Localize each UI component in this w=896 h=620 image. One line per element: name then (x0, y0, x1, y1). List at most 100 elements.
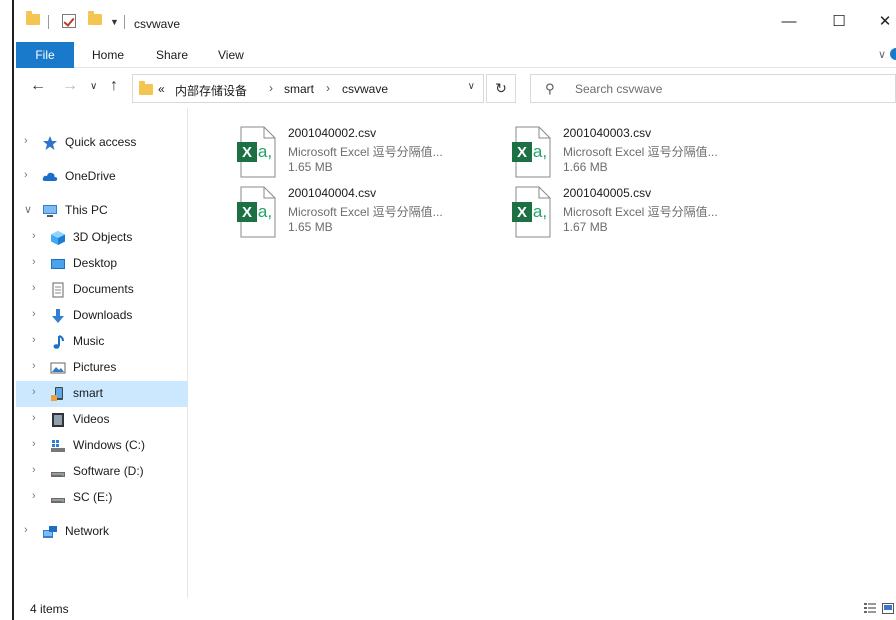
window-title: csvwave (134, 17, 181, 31)
sidebar-item-label: Videos (73, 412, 110, 426)
collapse-chevron-icon[interactable]: ∨ (24, 203, 32, 216)
sidebar-item-sc-e[interactable]: › SC (E:) (16, 485, 188, 511)
tab-file[interactable]: File (16, 42, 74, 68)
forward-button[interactable]: → (62, 77, 78, 95)
expand-chevron-icon[interactable]: › (32, 438, 36, 450)
customize-quick-access-icon[interactable]: ▼ (110, 17, 119, 27)
file-item[interactable]: Xa, 2001040005.csv Microsoft Excel 逗号分隔值..… (464, 180, 734, 240)
sidebar-item-label: Desktop (73, 256, 118, 270)
svg-text:a,: a, (533, 142, 547, 161)
expand-chevron-icon[interactable]: › (24, 135, 28, 147)
address-history-dropdown[interactable]: ∨ (468, 81, 475, 92)
search-box[interactable]: ⚲ Search csvwave (530, 74, 896, 103)
breadcrumb-overflow[interactable]: « (158, 82, 165, 96)
minimize-button[interactable]: — (774, 10, 804, 34)
expand-ribbon-icon[interactable]: ∨ (878, 48, 886, 61)
details-view-icon[interactable] (864, 603, 876, 614)
status-bar: 4 items (16, 598, 896, 620)
file-item[interactable]: Xa, 2001040002.csv Microsoft Excel 逗号分隔值..… (189, 120, 459, 180)
file-type: Microsoft Excel 逗号分隔值... (288, 205, 443, 219)
svg-text:X: X (242, 204, 252, 221)
sidebar-item-videos[interactable]: › Videos (16, 407, 188, 433)
breadcrumb-separator-icon[interactable]: › (326, 81, 330, 95)
svg-text:X: X (517, 144, 527, 161)
file-list: Xa, 2001040002.csv Microsoft Excel 逗号分隔值..… (189, 108, 896, 598)
search-input[interactable]: Search csvwave (575, 82, 662, 96)
star-icon (42, 135, 58, 151)
file-type: Microsoft Excel 逗号分隔值... (288, 145, 443, 159)
sidebar-item-onedrive[interactable]: › OneDrive (16, 164, 188, 190)
expand-chevron-icon[interactable]: › (32, 412, 36, 424)
expand-chevron-icon[interactable]: › (32, 256, 36, 268)
breadcrumb-internal-storage[interactable]: 内部存储设备 (175, 82, 247, 99)
expand-chevron-icon[interactable]: › (32, 386, 36, 398)
svg-text:a,: a, (258, 202, 272, 221)
cube-icon (50, 230, 66, 246)
sidebar-item-downloads[interactable]: › Downloads (16, 303, 188, 329)
svg-text:X: X (242, 144, 252, 161)
sidebar-item-label: Windows (C:) (73, 438, 146, 452)
windows-drive-icon (50, 438, 66, 454)
help-icon[interactable] (890, 48, 896, 60)
expand-chevron-icon[interactable]: › (24, 169, 28, 181)
computer-icon (42, 203, 58, 219)
sidebar-item-windows-c[interactable]: › Windows (C:) (16, 433, 188, 459)
svg-text:a,: a, (533, 202, 547, 221)
up-button[interactable]: ↑ (110, 77, 118, 95)
network-icon (42, 524, 58, 540)
breadcrumb-separator-icon[interactable]: › (269, 81, 273, 95)
sidebar-item-music[interactable]: › Music (16, 329, 188, 355)
svg-text:X: X (517, 204, 527, 221)
breadcrumb-csvwave[interactable]: csvwave (342, 82, 388, 96)
expand-chevron-icon[interactable]: › (32, 230, 36, 242)
sidebar-item-label: OneDrive (65, 169, 116, 183)
file-size: 1.65 MB (288, 160, 333, 174)
sidebar-item-label: Network (65, 524, 110, 538)
expand-chevron-icon[interactable]: › (32, 490, 36, 502)
folder-icon (26, 11, 40, 25)
address-bar[interactable]: « 内部存储设备 › smart › csvwave ∨ (132, 74, 484, 103)
sidebar-item-quick-access[interactable]: › Quick access (16, 130, 188, 156)
file-item[interactable]: Xa, 2001040004.csv Microsoft Excel 逗号分隔值..… (189, 180, 459, 240)
expand-chevron-icon[interactable]: › (24, 524, 28, 536)
refresh-button[interactable]: ↻ (486, 74, 516, 103)
file-item[interactable]: Xa, 2001040003.csv Microsoft Excel 逗号分隔值..… (464, 120, 734, 180)
document-icon (50, 282, 66, 298)
expand-chevron-icon[interactable]: › (32, 334, 36, 346)
tab-view[interactable]: View (218, 42, 244, 68)
maximize-button[interactable]: ☐ (824, 10, 854, 34)
expand-chevron-icon[interactable]: › (32, 282, 36, 294)
sidebar-item-label: SC (E:) (73, 490, 113, 504)
properties-icon[interactable] (62, 14, 76, 28)
drive-icon (50, 464, 66, 480)
sidebar-item-desktop[interactable]: › Desktop (16, 251, 188, 277)
sidebar-item-pictures[interactable]: › Pictures (16, 355, 188, 381)
sidebar-item-label: smart (73, 386, 103, 400)
tab-home[interactable]: Home (92, 42, 124, 68)
close-button[interactable]: ✕ (870, 10, 896, 34)
expand-chevron-icon[interactable]: › (32, 308, 36, 320)
file-explorer-window: ▼ csvwave — ☐ ✕ File Home Share View ∨ ←… (16, 0, 896, 620)
large-icons-view-icon[interactable] (882, 603, 894, 614)
breadcrumb-smart[interactable]: smart (284, 82, 314, 96)
new-folder-icon[interactable] (88, 11, 102, 25)
pictures-icon (50, 360, 66, 376)
download-icon (50, 308, 66, 324)
search-icon: ⚲ (545, 81, 555, 96)
expand-chevron-icon[interactable]: › (32, 464, 36, 476)
sidebar-item-software-d[interactable]: › Software (D:) (16, 459, 188, 485)
sidebar-item-this-pc[interactable]: ∨ This PC (16, 198, 188, 224)
file-type: Microsoft Excel 逗号分隔值... (563, 145, 718, 159)
expand-chevron-icon[interactable]: › (32, 360, 36, 372)
toolbar-divider (48, 15, 49, 29)
tab-share[interactable]: Share (156, 42, 188, 68)
back-button[interactable]: ← (30, 77, 46, 95)
sidebar-item-smart[interactable]: › smart (16, 381, 188, 407)
recent-locations-button[interactable]: ∨ (90, 81, 97, 92)
sidebar-item-network[interactable]: › Network (16, 519, 188, 545)
file-name: 2001040003.csv (563, 126, 652, 140)
excel-csv-icon: Xa, (237, 126, 277, 178)
sidebar-item-3d-objects[interactable]: › 3D Objects (16, 225, 188, 251)
sidebar-item-documents[interactable]: › Documents (16, 277, 188, 303)
sidebar-item-label: Documents (73, 282, 134, 296)
